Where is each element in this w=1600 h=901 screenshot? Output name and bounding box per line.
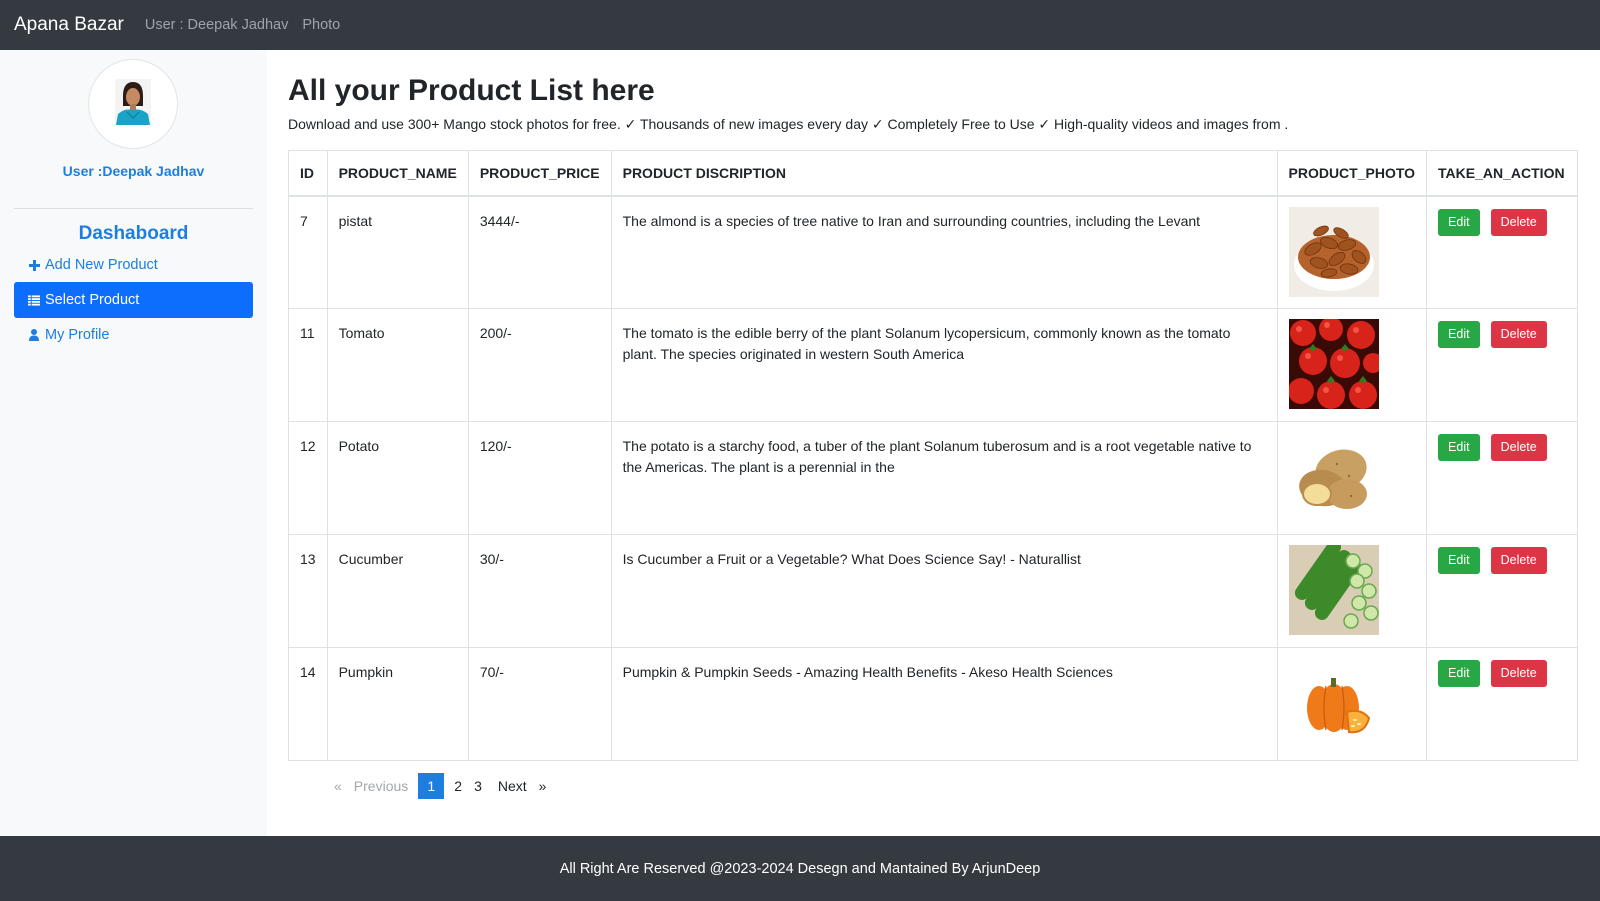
top-navbar: Apana Bazar User : Deepak Jadhav Photo (0, 0, 1600, 50)
list-icon (28, 294, 40, 306)
header-product-description: PRODUCT DISCRIPTION (610, 150, 1278, 197)
brand-logo[interactable]: Apana Bazar (14, 14, 124, 36)
plus-icon (28, 259, 40, 271)
header-product-name: PRODUCT_NAME (326, 150, 469, 197)
cell-actions: Edit Delete (1426, 421, 1578, 535)
edit-button[interactable]: Edit (1438, 321, 1480, 348)
cell-actions: Edit Delete (1426, 534, 1578, 648)
sidebar-item-label: Select Product (45, 292, 140, 308)
delete-button[interactable]: Delete (1490, 660, 1547, 687)
delete-button[interactable]: Delete (1490, 208, 1547, 236)
cell-product-name: Cucumber (326, 534, 469, 648)
cell-product-photo (1276, 421, 1428, 535)
page-subtitle: Download and use 300+ Mango stock photos… (288, 116, 1289, 132)
header-take-an-action: TAKE_AN_ACTION (1426, 150, 1578, 197)
sidebar-user-label: User :Deepak Jadhav (62, 163, 205, 179)
table-row: 13 Cucumber 30/- Is Cucumber a Fruit or … (288, 534, 1578, 648)
sidebar-item-select-product[interactable]: Select Product (14, 282, 253, 318)
pagination-next[interactable]: Next (492, 773, 533, 799)
cell-product-price: 30/- (467, 534, 612, 648)
cell-product-name: pistat (326, 195, 469, 309)
cell-id: 13 (288, 534, 328, 648)
footer: All Right Are Reserved @2023-2024 Desegn… (0, 836, 1600, 901)
pagination-next-arrow[interactable]: » (533, 773, 553, 799)
delete-button[interactable]: Delete (1490, 547, 1547, 574)
cell-product-description: The potato is a starchy food, a tuber of… (610, 421, 1278, 535)
nav-link-photo[interactable]: Photo (302, 17, 340, 33)
table-header-row: ID PRODUCT_NAME PRODUCT_PRICE PRODUCT DI… (288, 150, 1578, 197)
header-product-price: PRODUCT_PRICE (467, 150, 612, 197)
table-row: 14 Pumpkin 70/- Pumpkin & Pumpkin Seeds … (288, 647, 1578, 761)
pagination-page-3[interactable]: 3 (468, 773, 488, 799)
sidebar-item-label: My Profile (45, 327, 110, 343)
cell-actions: Edit Delete (1426, 647, 1578, 761)
table-row: 11 Tomato 200/- The tomato is the edible… (288, 308, 1578, 422)
cell-product-price: 200/- (467, 308, 612, 422)
cell-product-name: Tomato (326, 308, 469, 422)
header-product-photo: PRODUCT_PHOTO (1276, 150, 1428, 197)
cell-id: 11 (288, 308, 328, 422)
cell-actions: Edit Delete (1426, 308, 1578, 422)
tomato-photo (1288, 319, 1379, 409)
pagination: « Previous 1 2 3 Next » (328, 773, 552, 799)
pagination-page-2[interactable]: 2 (448, 773, 468, 799)
cell-product-photo (1276, 534, 1428, 648)
profile-photo-icon (115, 79, 151, 125)
pagination-previous-arrow: « (334, 778, 342, 794)
pumpkin-photo (1288, 658, 1379, 748)
cell-product-price: 70/- (467, 647, 612, 761)
sidebar-item-add-new-product[interactable]: Add New Product (14, 247, 253, 283)
user-icon (28, 329, 40, 341)
edit-button[interactable]: Edit (1438, 660, 1480, 687)
cucumber-photo (1288, 545, 1379, 635)
edit-button[interactable]: Edit (1438, 547, 1480, 574)
nav-link-user[interactable]: User : Deepak Jadhav (145, 17, 288, 33)
sidebar-divider (14, 208, 253, 209)
cell-product-description: Pumpkin & Pumpkin Seeds - Amazing Health… (610, 647, 1278, 761)
cell-product-price: 3444/- (467, 195, 612, 309)
sidebar-item-my-profile[interactable]: My Profile (14, 317, 253, 353)
dashboard-title: Dashaboard (78, 223, 189, 244)
sidebar-item-label: Add New Product (45, 257, 158, 273)
cell-product-photo (1276, 195, 1428, 309)
potato-photo (1288, 432, 1379, 522)
cell-id: 12 (288, 421, 328, 535)
cell-product-description: The tomato is the edible berry of the pl… (610, 308, 1278, 422)
cell-product-photo (1276, 647, 1428, 761)
table-row: 12 Potato 120/- The potato is a starchy … (288, 421, 1578, 535)
edit-button[interactable]: Edit (1438, 208, 1480, 236)
product-table: ID PRODUCT_NAME PRODUCT_PRICE PRODUCT DI… (288, 150, 1578, 761)
cell-product-description: The almond is a species of tree native t… (610, 195, 1278, 309)
pagination-previous: Previous (353, 778, 409, 794)
cell-product-name: Potato (326, 421, 469, 535)
pagination-page-1[interactable]: 1 (418, 773, 445, 799)
footer-text: All Right Are Reserved @2023-2024 Desegn… (559, 860, 1041, 877)
cell-product-description: Is Cucumber a Fruit or a Vegetable? What… (610, 534, 1278, 648)
page-title: All your Product List here (288, 74, 655, 107)
cell-id: 7 (288, 195, 328, 309)
cell-actions: Edit Delete (1426, 195, 1578, 309)
sidebar: User :Deepak Jadhav Dashaboard Add New P… (0, 50, 267, 836)
cell-product-price: 120/- (467, 421, 612, 535)
cell-product-name: Pumpkin (326, 647, 469, 761)
cell-product-photo (1276, 308, 1428, 422)
delete-button[interactable]: Delete (1490, 321, 1547, 348)
edit-button[interactable]: Edit (1438, 434, 1480, 461)
avatar (88, 59, 178, 149)
delete-button[interactable]: Delete (1490, 434, 1547, 461)
table-row: 7 pistat 3444/- The almond is a species … (288, 195, 1578, 309)
almond-photo (1288, 206, 1379, 297)
cell-id: 14 (288, 647, 328, 761)
header-id: ID (288, 150, 328, 197)
